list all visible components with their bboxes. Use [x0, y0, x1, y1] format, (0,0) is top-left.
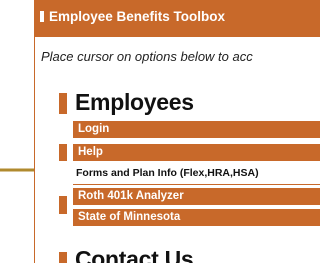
panel-title: Employee Benefits Toolbox: [49, 9, 226, 24]
title-bullet-icon: [40, 11, 44, 22]
section-heading-contact-us: Contact Us: [75, 246, 194, 263]
menu-item-login[interactable]: Login: [73, 121, 320, 138]
section-bullet-icon: [59, 93, 67, 114]
side-bullet-icon: [59, 144, 67, 161]
menu-divider: [73, 184, 320, 185]
menu-item-state-of-minnesota[interactable]: State of Minnesota: [73, 209, 320, 226]
instructions-text: Place cursor on options below to acc: [41, 49, 253, 64]
benefits-toolbox-panel: Employee Benefits Toolbox Place cursor o…: [34, 0, 320, 263]
panel-title-bar: Employee Benefits Toolbox: [35, 0, 320, 37]
side-bullet-icon: [59, 196, 67, 214]
section-heading-employees: Employees: [75, 89, 194, 115]
menu-item-roth-401k-analyzer[interactable]: Roth 401k Analyzer: [73, 188, 320, 205]
section-bullet-icon: [59, 252, 67, 263]
menu-item-forms-and-plan-info[interactable]: Forms and Plan Info (Flex,HRA,HSA): [73, 165, 320, 182]
menu-item-help[interactable]: Help: [73, 144, 320, 161]
